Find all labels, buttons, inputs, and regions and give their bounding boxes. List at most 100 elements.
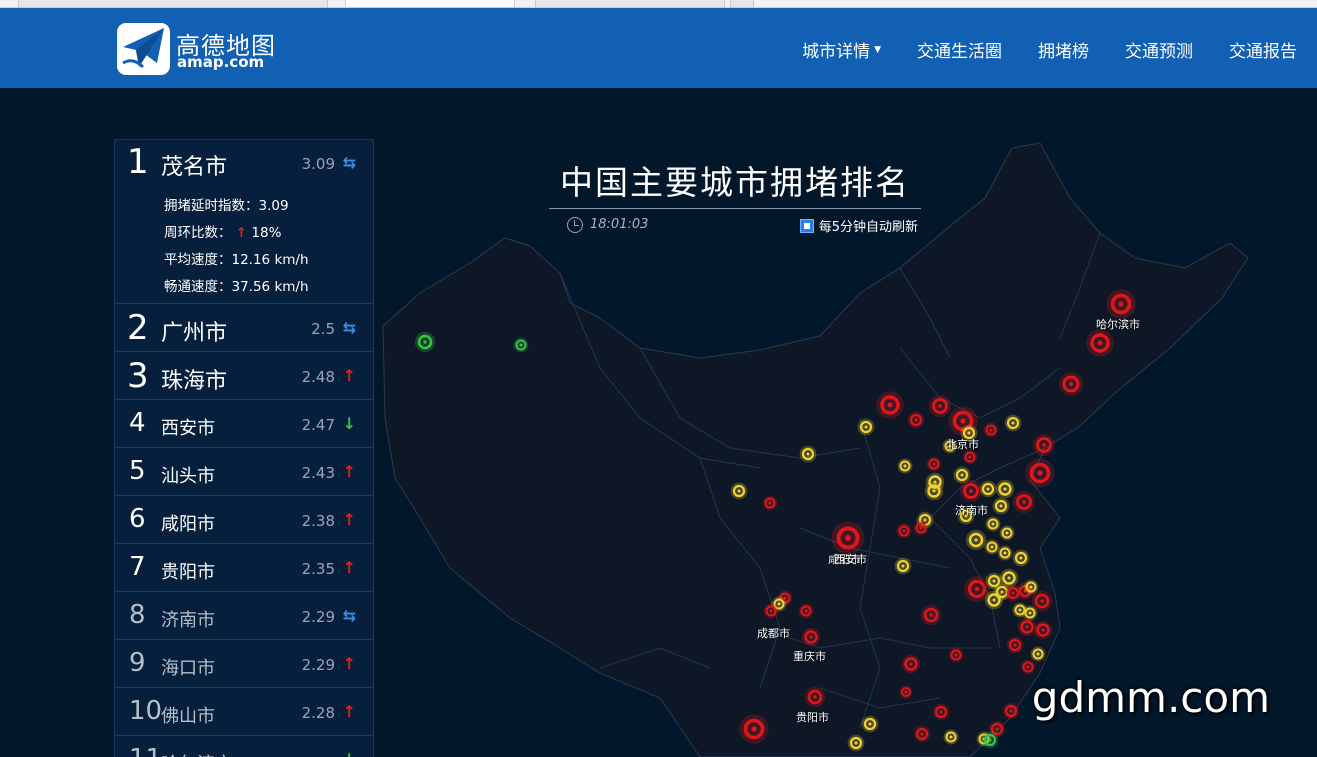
congestion-marker-core bbox=[1025, 625, 1029, 629]
congestion-marker-core bbox=[868, 722, 872, 726]
detail-yoy: 周环比数： ↑ 18% bbox=[164, 220, 373, 247]
rank-city: 海口市 bbox=[161, 658, 215, 679]
city-label-xian: 西安市 bbox=[834, 553, 867, 566]
detail-yoy-label: 周环比数： bbox=[164, 225, 232, 241]
rank-number: 4 bbox=[129, 408, 146, 438]
browser-tab-strip bbox=[0, 0, 1317, 8]
congestion-marker-core bbox=[1013, 643, 1017, 647]
rank-value: 2.43 bbox=[301, 464, 335, 482]
rank-item[interactable]: 6 咸阳市 2.38 ↑ bbox=[115, 496, 373, 544]
arrow-up-icon: ↑ bbox=[342, 654, 356, 673]
rank-item[interactable]: 10 佛山市 2.28 ↑ bbox=[115, 688, 373, 736]
congestion-marker-core bbox=[854, 741, 858, 745]
congestion-marker-core bbox=[1069, 382, 1073, 386]
browser-tab[interactable] bbox=[535, 0, 725, 8]
congestion-marker-core bbox=[992, 598, 996, 602]
rank-item[interactable]: 8 济南市 2.29 ⇆ bbox=[115, 592, 373, 640]
congestion-marker-core bbox=[969, 489, 973, 493]
browser-tab-active[interactable] bbox=[345, 0, 515, 8]
city-label-harbin: 哈尔滨市 bbox=[1096, 318, 1140, 331]
browser-tab[interactable] bbox=[18, 0, 328, 8]
congestion-marker-core bbox=[988, 738, 992, 742]
congestion-marker-core bbox=[1018, 608, 1022, 612]
auto-refresh-checkbox[interactable] bbox=[799, 218, 814, 233]
nav-traffic-life-circle[interactable]: 交通生活圈 bbox=[917, 37, 1002, 62]
congestion-marker-core bbox=[909, 662, 913, 666]
congestion-marker-core bbox=[986, 487, 990, 491]
rank-item[interactable]: 5 汕头市 2.43 ↑ bbox=[115, 448, 373, 496]
detail-free-speed-value: 37.56 km/h bbox=[231, 279, 309, 295]
detail-avg-speed: 平均速度：12.16 km/h bbox=[164, 247, 373, 274]
nav-traffic-forecast[interactable]: 交通预测 bbox=[1125, 37, 1193, 62]
congestion-marker-core bbox=[914, 418, 918, 422]
rank-item[interactable]: 9 海口市 2.29 ↑ bbox=[115, 640, 373, 688]
rank-number: 5 bbox=[129, 456, 146, 486]
map-title-subline: 18:01:03 每5分钟自动刷新 bbox=[549, 213, 921, 239]
double-arrow-icon: ⇆ bbox=[342, 606, 356, 625]
congestion-marker-core bbox=[519, 343, 523, 347]
detail-avg-speed-label: 平均速度： bbox=[164, 252, 232, 268]
rank-city: 佛山市 bbox=[161, 706, 215, 727]
congestion-marker-core bbox=[845, 535, 851, 541]
rank-number: 6 bbox=[129, 504, 146, 534]
city-label-chengdu: 成都市 bbox=[757, 627, 790, 640]
rank-item[interactable]: 2 广州市 2.5 ⇆ bbox=[115, 304, 373, 352]
city-label-jinan: 济南市 bbox=[955, 504, 988, 517]
rank-number: 11 bbox=[129, 744, 162, 757]
congestion-marker-core bbox=[992, 579, 996, 583]
auto-refresh-toggle[interactable]: 每5分钟自动刷新 bbox=[799, 216, 918, 235]
nav-city-details-label: 城市详情 bbox=[802, 42, 871, 62]
rank-value: 2.47 bbox=[301, 416, 335, 434]
rank-value: 2.35 bbox=[301, 560, 335, 578]
congestion-marker-core bbox=[1019, 556, 1023, 560]
congestion-marker-core bbox=[1118, 301, 1124, 307]
arrow-up-icon: ↑ bbox=[342, 510, 356, 529]
arrow-down-icon: ↓ bbox=[342, 414, 356, 433]
detail-free-speed-label: 畅通速度： bbox=[164, 279, 232, 295]
rank-number: 8 bbox=[129, 600, 146, 630]
auto-refresh-label: 每5分钟自动刷新 bbox=[818, 220, 918, 235]
rank-city: 哈尔滨市 bbox=[161, 750, 233, 757]
rank-detail-box: 拥堵延时指数：3.09 周环比数： ↑ 18% 平均速度：12.16 km/h … bbox=[115, 184, 373, 304]
nav-city-details[interactable]: 城市详情 ▼ bbox=[802, 37, 881, 62]
caret-down-icon: ▼ bbox=[874, 44, 881, 55]
congestion-marker-core bbox=[902, 529, 906, 533]
rank-number: 10 bbox=[129, 696, 163, 726]
rank-city: 汕头市 bbox=[161, 466, 215, 487]
congestion-ranking-panel: 1 茂名市 3.09 ⇆ 拥堵延时指数：3.09 周环比数： ↑ 18% 平均速… bbox=[114, 139, 374, 757]
rank-item[interactable]: 7 贵阳市 2.35 ↑ bbox=[115, 544, 373, 592]
rank-number: 2 bbox=[127, 308, 149, 348]
rank-item[interactable]: 11哈尔滨市 ↓ bbox=[115, 736, 373, 757]
congestion-marker-core bbox=[920, 732, 924, 736]
congestion-marker-core bbox=[768, 501, 772, 505]
congestion-marker-core bbox=[903, 464, 907, 468]
detail-delay-index: 拥堵延时指数：3.09 bbox=[164, 193, 373, 220]
rank-item[interactable]: 3 珠海市 2.48 ↑ bbox=[115, 352, 373, 400]
congestion-marker-core bbox=[929, 613, 933, 617]
map-area[interactable]: 哈尔滨市 北京市 济南市 咸阳市 西安市 成都市 重庆市 贵阳市 中国主要城市拥… bbox=[0, 88, 1317, 757]
new-tab-button[interactable] bbox=[730, 0, 754, 8]
congestion-marker-core bbox=[919, 526, 923, 530]
amap-logo[interactable]: 高德地图 amap.com bbox=[117, 23, 277, 75]
nav-congestion-ranking[interactable]: 拥堵榜 bbox=[1038, 37, 1089, 62]
congestion-marker-core bbox=[1003, 551, 1007, 555]
rank-value: 2.48 bbox=[301, 368, 335, 386]
city-label-chongqing: 重庆市 bbox=[793, 650, 826, 663]
congestion-marker-core bbox=[967, 431, 971, 435]
rank-item[interactable]: 4 西安市 2.47 ↓ bbox=[115, 400, 373, 448]
rank-value: 2.29 bbox=[301, 656, 335, 674]
congestion-marker-core bbox=[1029, 585, 1033, 589]
congestion-marker-core bbox=[991, 522, 995, 526]
rank-city: 茂名市 bbox=[161, 155, 228, 180]
congestion-marker-core bbox=[974, 586, 980, 592]
nav-traffic-report[interactable]: 交通报告 bbox=[1229, 37, 1297, 62]
congestion-marker-core bbox=[1036, 652, 1040, 656]
congestion-marker-core bbox=[423, 340, 427, 344]
rank-value: 2.5 bbox=[311, 320, 335, 338]
congestion-marker-core bbox=[1000, 590, 1004, 594]
congestion-marker-core bbox=[968, 455, 972, 459]
logo-en-text: amap.com bbox=[177, 53, 265, 71]
rank-item-expanded[interactable]: 1 茂名市 3.09 ⇆ bbox=[115, 140, 373, 184]
arrow-down-icon: ↓ bbox=[343, 750, 356, 757]
rank-number: 3 bbox=[127, 356, 149, 396]
